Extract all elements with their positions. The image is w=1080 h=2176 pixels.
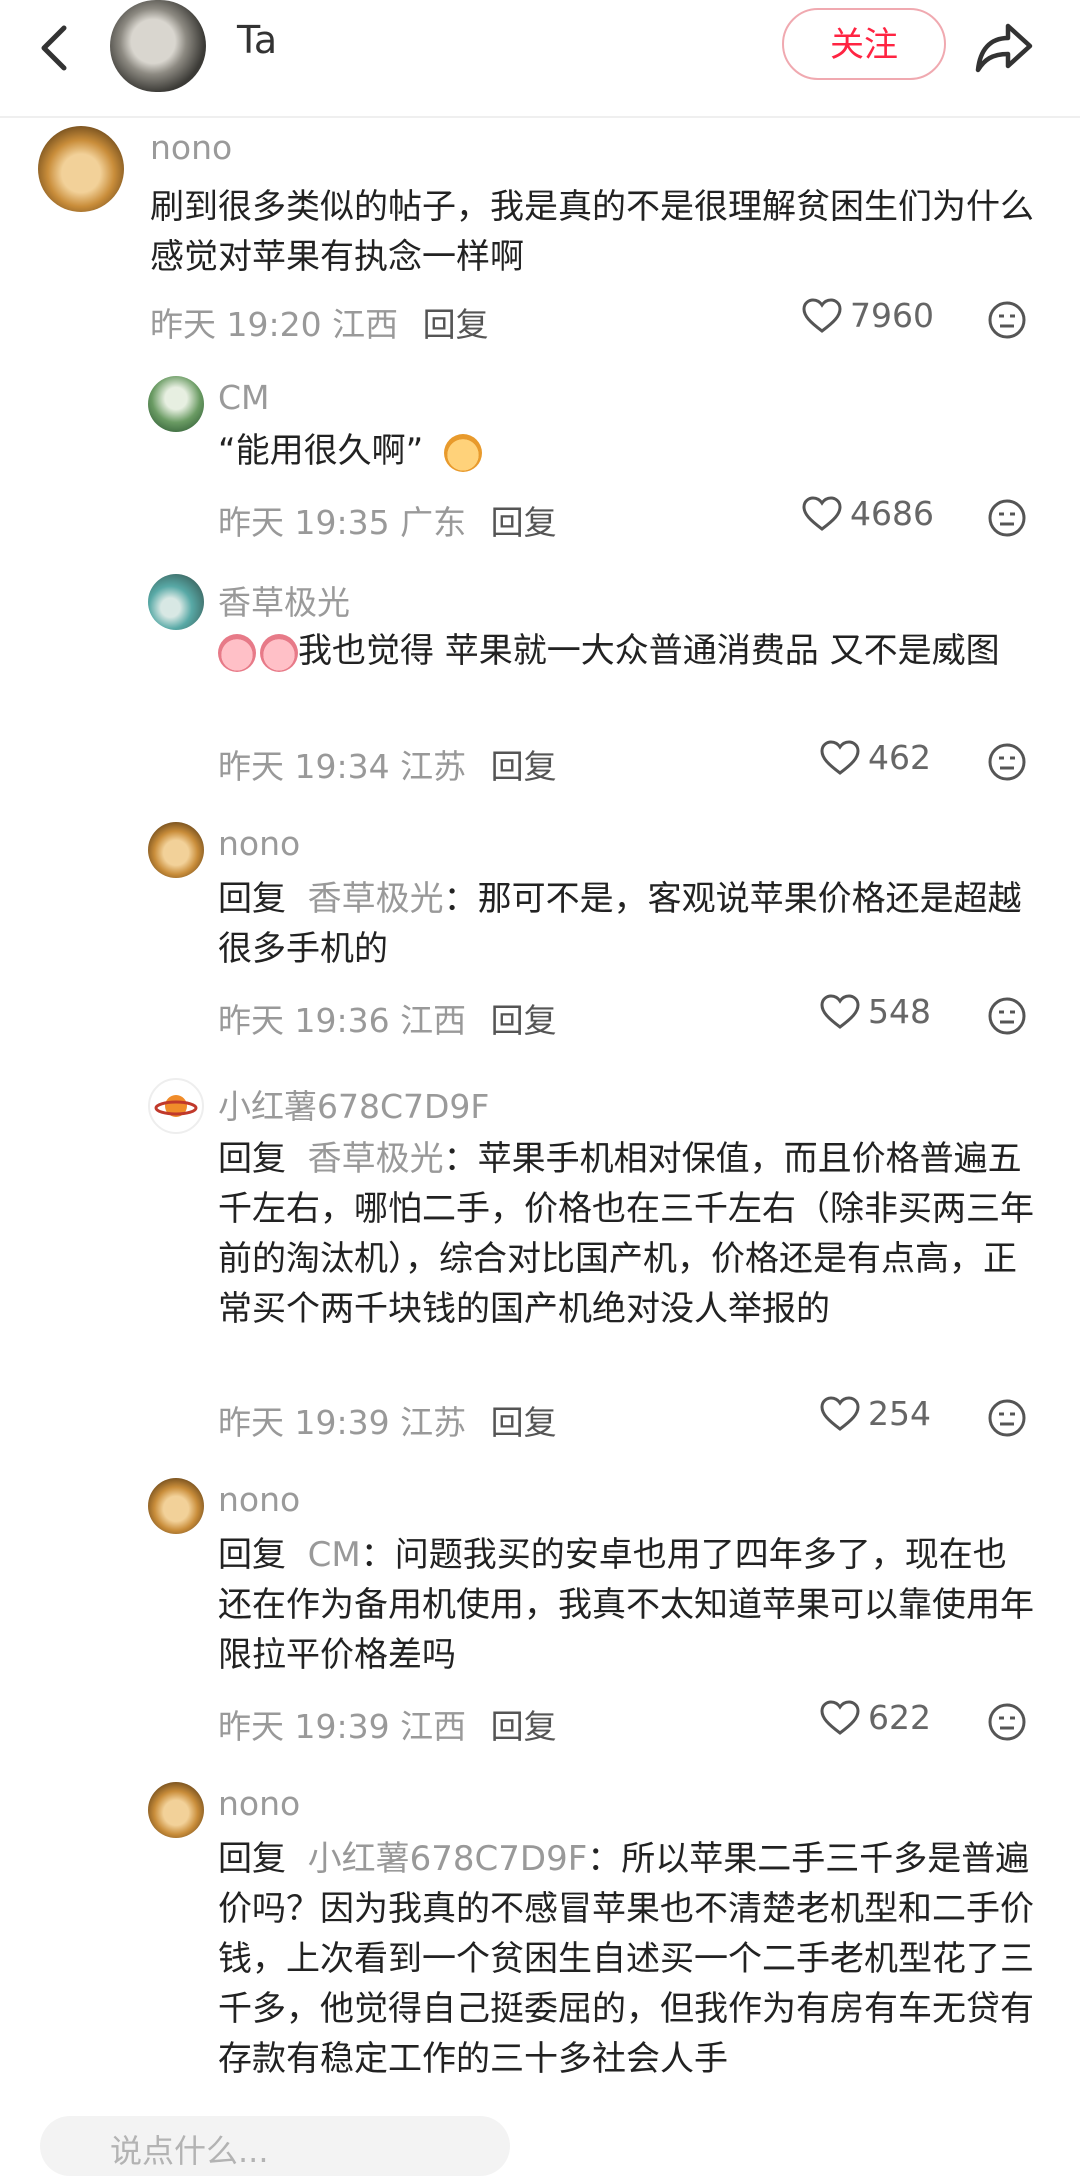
like-count: 7960 <box>850 296 934 335</box>
comment-time: 昨天 19:39 江苏 <box>218 1403 467 1442</box>
heart-icon <box>820 739 860 775</box>
heart-icon <box>802 297 842 333</box>
heart-icon <box>820 1395 860 1431</box>
avatar[interactable] <box>148 822 204 878</box>
like-count: 548 <box>868 992 931 1031</box>
comment-text: “能用很久啊” <box>218 426 1038 476</box>
crying-emoji-icon <box>260 633 298 672</box>
comment-text: 回复 小红薯678C7D9F：所以苹果二手三千多是普遍价吗？因为我真的不感冒苹果… <box>218 1834 1038 2084</box>
comment-input[interactable]: 说点什么... <box>40 2116 510 2176</box>
avatar[interactable] <box>148 574 204 630</box>
comment-meta: 昨天 19:36 江西 回复 <box>218 994 557 1042</box>
comment-meta: 昨天 19:20 江西 回复 <box>150 298 489 346</box>
heart-icon <box>820 993 860 1029</box>
reply-button[interactable]: 回复 <box>491 1707 557 1746</box>
emoji-reaction-icon[interactable] <box>987 996 1027 1036</box>
comment-username[interactable]: 小红薯678C7D9F <box>218 1080 489 1128</box>
comment-meta: 昨天 19:35 广东 回复 <box>218 496 557 544</box>
comment-username[interactable]: 香草极光 <box>218 576 350 624</box>
like-button[interactable]: 4686 <box>802 494 934 533</box>
comment-text: 刷到很多类似的帖子，我是真的不是很理解贫困生们为什么感觉对苹果有执念一样啊 <box>150 182 1040 282</box>
like-count: 462 <box>868 738 931 777</box>
top-bar: Ta 关注 <box>0 0 1080 112</box>
heart-icon <box>802 495 842 531</box>
emoji-reaction-icon[interactable] <box>987 498 1027 538</box>
reply-target-user[interactable]: 小红薯678C7D9F <box>308 1839 588 1879</box>
emoji-reaction-icon[interactable] <box>987 300 1027 340</box>
share-icon[interactable] <box>972 14 1036 78</box>
reply-button[interactable]: 回复 <box>491 1001 557 1040</box>
like-count: 622 <box>868 1698 931 1737</box>
comment-username[interactable]: nono <box>218 1480 300 1519</box>
comment-text: 回复 香草极光：苹果手机相对保值，而且价格普遍五千左右，哪怕二手，价格也在三千左… <box>218 1134 1038 1334</box>
avatar[interactable] <box>148 1478 204 1534</box>
comment-meta: 昨天 19:34 江苏 回复 <box>218 740 557 788</box>
comment-time: 昨天 19:35 广东 <box>218 503 467 542</box>
sticker-emoji-icon <box>444 433 483 472</box>
comment-input-placeholder: 说点什么... <box>110 2132 269 2170</box>
comment-text: 回复 香草极光：那可不是，客观说苹果价格还是超越很多手机的 <box>218 874 1038 974</box>
emoji-reaction-icon[interactable] <box>987 1702 1027 1742</box>
author-avatar[interactable] <box>110 0 206 92</box>
reply-button[interactable]: 回复 <box>491 747 557 786</box>
author-name[interactable]: Ta <box>237 18 277 62</box>
bottom-bar: 说点什么... <box>0 2096 1080 2176</box>
avatar[interactable] <box>148 1782 204 1838</box>
comment-time: 昨天 19:20 江西 <box>150 305 399 344</box>
reply-keyword: 回复 <box>218 879 286 919</box>
comment-text: 回复 CM：问题我买的安卓也用了四年多了，现在也还在作为备用机使用，我真不太知道… <box>218 1530 1038 1680</box>
avatar[interactable] <box>148 376 204 432</box>
reply-keyword: 回复 <box>218 1535 286 1575</box>
reply-button[interactable]: 回复 <box>491 503 557 542</box>
follow-button[interactable]: 关注 <box>782 8 946 80</box>
reply-button[interactable]: 回复 <box>423 305 489 344</box>
comment-time: 昨天 19:34 江苏 <box>218 747 467 786</box>
comment-username[interactable]: nono <box>150 128 232 167</box>
reply-button[interactable]: 回复 <box>491 1403 557 1442</box>
reply-target-user[interactable]: 香草极光 <box>308 879 444 919</box>
avatar[interactable] <box>38 126 124 212</box>
emoji-reaction-icon[interactable] <box>987 742 1027 782</box>
comment-body: 我也觉得 苹果就一大众普通消费品 又不是威图 <box>298 631 1000 671</box>
like-button[interactable]: 462 <box>820 738 931 777</box>
comment-body: 刷到很多类似的帖子，我是真的不是很理解贫困生们为什么感觉对苹果有执念一样啊 <box>150 187 1034 277</box>
crying-emoji-icon <box>218 633 256 672</box>
reply-target-user[interactable]: CM <box>308 1535 361 1575</box>
comment-time: 昨天 19:39 江西 <box>218 1707 467 1746</box>
avatar[interactable] <box>148 1078 204 1134</box>
like-count: 4686 <box>850 494 934 533</box>
like-button[interactable]: 622 <box>820 1698 931 1737</box>
comment-time: 昨天 19:36 江西 <box>218 1001 467 1040</box>
comment-meta: 昨天 19:39 江西 回复 <box>218 1700 557 1748</box>
like-button[interactable]: 7960 <box>802 296 934 335</box>
comment-meta: 昨天 19:39 江苏 回复 <box>218 1396 557 1444</box>
like-count: 254 <box>868 1394 931 1433</box>
emoji-reaction-icon[interactable] <box>987 1398 1027 1438</box>
comment-username[interactable]: CM <box>218 378 270 417</box>
comment-body: “能用很久啊” <box>218 431 424 471</box>
reply-keyword: 回复 <box>218 1139 286 1179</box>
like-button[interactable]: 548 <box>820 992 931 1031</box>
heart-icon <box>820 1699 860 1735</box>
comment-text: 我也觉得 苹果就一大众普通消费品 又不是威图 <box>218 626 1038 676</box>
reply-keyword: 回复 <box>218 1839 286 1879</box>
planet-icon <box>154 1095 198 1117</box>
header-divider <box>0 116 1080 118</box>
comment-username[interactable]: nono <box>218 1784 300 1823</box>
like-button[interactable]: 254 <box>820 1394 931 1433</box>
reply-target-user[interactable]: 香草极光 <box>308 1139 444 1179</box>
comment-username[interactable]: nono <box>218 824 300 863</box>
chevron-left-icon[interactable] <box>28 20 84 76</box>
